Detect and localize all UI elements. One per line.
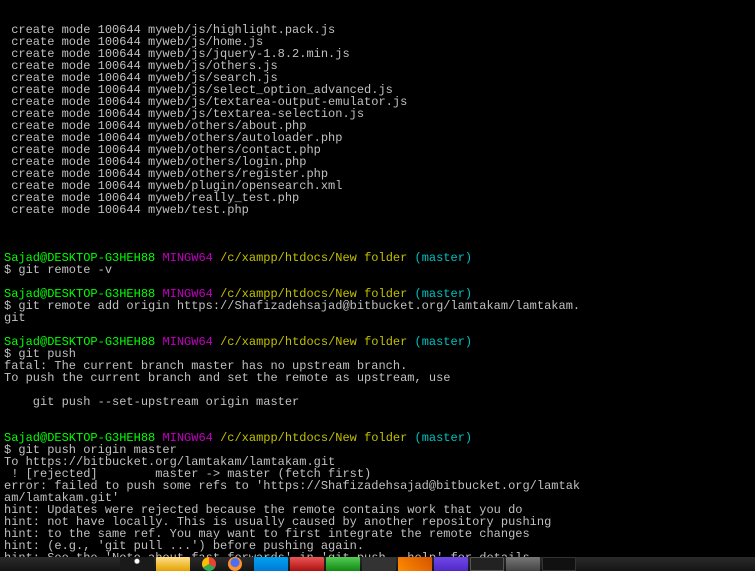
prompt-path: /c/xampp/htdocs/New folder bbox=[220, 335, 407, 349]
output-line bbox=[4, 408, 751, 420]
taskbar-firefox-icon[interactable] bbox=[228, 557, 242, 571]
output-line: To push the current branch and set the r… bbox=[4, 372, 751, 384]
taskbar-app-icon[interactable] bbox=[506, 557, 540, 571]
taskbar-app-icon[interactable] bbox=[470, 557, 504, 571]
command-line: $ git remote -v bbox=[4, 264, 751, 276]
git-session-block: Sajad@DESKTOP-G3HEH88 MINGW64 /c/xampp/h… bbox=[4, 240, 751, 557]
taskbar-app-icon[interactable] bbox=[434, 557, 468, 571]
taskbar-app-icon[interactable] bbox=[542, 557, 576, 571]
output-line: git bbox=[4, 312, 751, 324]
terminal-output[interactable]: create mode 100644 myweb/js/highlight.pa… bbox=[0, 0, 755, 557]
taskbar-app-icon[interactable] bbox=[254, 557, 288, 571]
prompt-shell: MINGW64 bbox=[162, 335, 212, 349]
prompt-shell: MINGW64 bbox=[162, 251, 212, 265]
shell-prompt: Sajad@DESKTOP-G3HEH88 MINGW64 /c/xampp/h… bbox=[4, 252, 751, 264]
prompt-branch: (master) bbox=[415, 431, 473, 445]
prompt-path: /c/xampp/htdocs/New folder bbox=[220, 431, 407, 445]
taskbar-app-icon[interactable] bbox=[290, 557, 324, 571]
output-line: create mode 100644 myweb/test.php bbox=[4, 204, 751, 216]
shell-prompt: Sajad@DESKTOP-G3HEH88 MINGW64 /c/xampp/h… bbox=[4, 336, 751, 348]
windows-taskbar bbox=[0, 557, 755, 571]
prompt-branch: (master) bbox=[415, 335, 473, 349]
taskbar-file-explorer-icon[interactable] bbox=[156, 557, 190, 571]
git-create-mode-block: create mode 100644 myweb/js/highlight.pa… bbox=[4, 24, 751, 216]
output-line: git push --set-upstream origin master bbox=[4, 396, 751, 408]
command-line: $ git remote add origin https://Shafizad… bbox=[4, 300, 751, 312]
taskbar-chrome-icon[interactable] bbox=[202, 557, 216, 571]
taskbar-cortana-icon[interactable] bbox=[120, 557, 154, 571]
taskbar-app-icon[interactable] bbox=[398, 557, 432, 571]
prompt-branch: (master) bbox=[415, 251, 473, 265]
prompt-path: /c/xampp/htdocs/New folder bbox=[220, 251, 407, 265]
taskbar-app-icon[interactable] bbox=[362, 557, 396, 571]
taskbar-app-icon[interactable] bbox=[326, 557, 360, 571]
